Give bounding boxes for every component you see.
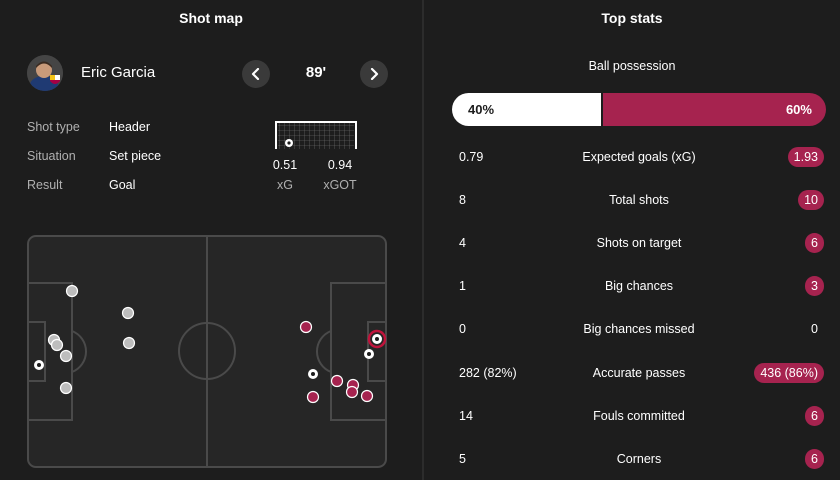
away-shot-marker (299, 320, 313, 334)
home-goal-marker (34, 360, 44, 370)
stat-row: 282 (82%) Accurate passes 436 (86%) (424, 361, 840, 385)
stat-label: Accurate passes (592, 366, 686, 380)
result-value: Goal (109, 178, 136, 192)
stat-home-value: 5 (459, 452, 466, 466)
result-label: Result (27, 178, 63, 192)
stat-row: 5 Corners 6 (424, 447, 840, 471)
stat-away-value: 6 (805, 233, 824, 253)
stat-label: Expected goals (xG) (582, 150, 696, 164)
player-name: Eric Garcia (81, 64, 156, 81)
shot-map-title: Shot map (179, 10, 243, 26)
shot-type-label: Shot type (27, 120, 80, 134)
shot-map-panel: Shot map Eric Garcia 89' Shot type Heade… (0, 0, 422, 480)
stat-label: Shots on target (596, 236, 682, 250)
xgot-label: xGOT (323, 178, 357, 192)
stat-home-value: 14 (459, 409, 473, 423)
stat-home-value: 4 (459, 236, 466, 250)
situation-value: Set piece (109, 149, 162, 163)
player-avatar (27, 55, 63, 91)
chevron-right-icon (370, 68, 379, 80)
stat-home-value: 1 (459, 279, 466, 293)
stat-home-value: 0.79 (459, 150, 484, 164)
stat-row: 8 Total shots 10 (424, 188, 840, 212)
goal-frame-icon (275, 121, 357, 149)
previous-shot-button[interactable] (242, 60, 270, 88)
stat-home-value: 0 (459, 322, 466, 336)
pitch-shot-map (27, 235, 387, 468)
away-shot-marker (306, 390, 320, 404)
away-shot-marker (360, 389, 374, 403)
stat-label: Fouls committed (593, 409, 685, 423)
xg-label: xG (277, 178, 293, 192)
stat-away-value: 1.93 (787, 147, 824, 167)
possession-home: 40% (452, 93, 601, 126)
home-shot-marker (59, 381, 73, 395)
possession-away: 60% (602, 93, 826, 126)
home-shot-marker (122, 336, 136, 350)
stat-label: Big chances missed (583, 322, 695, 336)
home-shot-marker (65, 284, 79, 298)
possession-bar: 40% 60% (452, 93, 826, 126)
stat-away-value: 6 (805, 449, 824, 469)
stat-label: Total shots (609, 193, 669, 207)
home-shot-marker (50, 338, 64, 352)
stat-away-value: 436 (86%) (754, 363, 824, 383)
away-shot-marker (330, 374, 344, 388)
stat-row: 4 Shots on target 6 (424, 231, 840, 255)
top-stats-title: Top stats (601, 10, 663, 26)
situation-label: Situation (27, 149, 76, 163)
chevron-left-icon (251, 68, 260, 80)
next-shot-button[interactable] (360, 60, 388, 88)
stat-label: Corners (616, 452, 662, 466)
stat-home-value: 8 (459, 193, 466, 207)
stat-row: 1 Big chances 3 (424, 274, 840, 298)
top-stats-panel: Top stats Ball possession 40% 60% 0.79 Ex… (424, 0, 840, 480)
shot-type-value: Header (109, 120, 150, 134)
home-shot-marker (59, 349, 73, 363)
xgot-value: 0.94 (327, 158, 353, 172)
stat-label: Big chances (604, 279, 674, 293)
shot-minute: 89' (305, 64, 327, 81)
stat-away-value: 6 (805, 406, 824, 426)
possession-label: Ball possession (588, 59, 676, 73)
stat-row: 0 Big chances missed 0 (424, 317, 840, 341)
stat-away-value: 0 (811, 322, 818, 336)
away-shot-marker (345, 385, 359, 399)
stat-row: 14 Fouls committed 6 (424, 404, 840, 428)
stat-row: 0.79 Expected goals (xG) 1.93 (424, 145, 840, 169)
stat-away-value: 3 (805, 276, 824, 296)
stat-away-value: 10 (798, 190, 824, 210)
stat-home-value: 282 (82%) (459, 366, 517, 380)
xg-value: 0.51 (272, 158, 298, 172)
home-shot-marker (121, 306, 135, 320)
